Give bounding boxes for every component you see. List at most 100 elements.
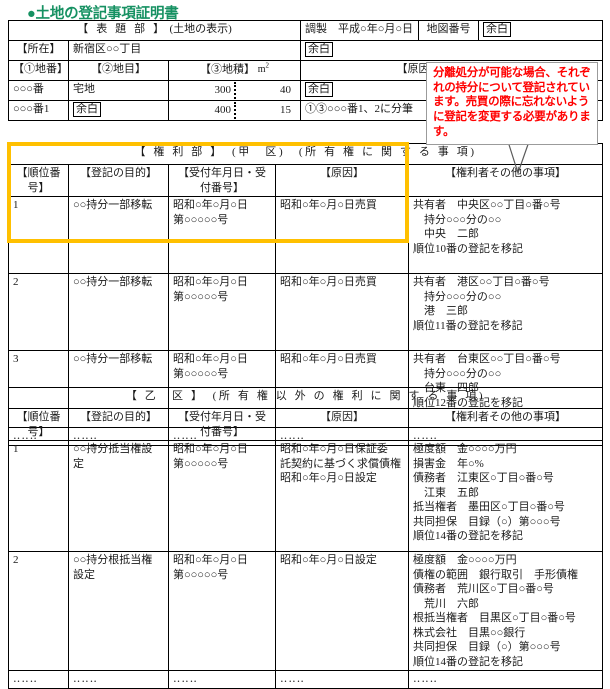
kenrisha-line: 持分○○○分の○○ (413, 367, 502, 380)
col-header-mokuteki: 【登記の目的】 (68, 407, 169, 442)
cell-uketsuke: 昭和○年○月○日 第○○○○○号 (168, 440, 276, 553)
uketsuke-date: 昭和○年○月○日 (173, 443, 248, 456)
table-section-row: 【 乙 区 】 (所 有 権 以 外 の 権 利 に 関 す る 事 項) (8, 387, 603, 409)
mokuteki-line: 設定 (73, 568, 95, 581)
col-header-chimoku: 【②地目】 (68, 60, 169, 81)
shozai-right-cell: 余白 (300, 40, 604, 61)
cell-uketsuke: 昭和○年○月○日 第○○○○○号 (168, 551, 276, 672)
chizu-label-cell: 地図番号 (418, 20, 480, 41)
hyodaibu-section-note: (土地の表示) (169, 23, 232, 35)
cell-junni: 1 (8, 196, 69, 275)
col-header-chiseki: 【③地積】 m2 (167, 60, 302, 81)
col-header-junni: 【順位番号】 (8, 163, 69, 198)
cell-mokuteki: ○○持分一部移転 (68, 196, 169, 275)
hyodaibu-section-title: 【 表 題 部 】 (77, 23, 167, 35)
kouku-section-title: 【 権 利 部 】 (甲 区) (所 有 権 に 関 す る 事 項) (7, 143, 604, 165)
cell-genin: 昭和○年○月○日売買 (275, 196, 409, 275)
table-row: 2 ○○持分一部移転 昭和○年○月○日 第○○○○○号 昭和○年○月○日売買 共… (8, 273, 604, 352)
hyodaibu-section-cell: 【 表 題 部 】 (土地の表示) (7, 20, 302, 41)
cell-kenrisha: 共有者 中央区○○丁目○番○号 持分○○○分の○○ 中央 二郎 順位10番の登記… (407, 196, 604, 275)
table-row: 2 ○○持分根抵当権 設定 昭和○年○月○日 第○○○○○号 昭和○年○月○日設… (8, 551, 603, 672)
cell-genin: 昭和○年○月○日保証委 託契約に基づく求償債権 昭和○年○月○日設定 (275, 440, 409, 553)
col-header-uketsuke: 【受付年月日・受付番号】 (168, 407, 276, 442)
col-header-genin: 【原因】 (275, 163, 409, 198)
kenrisha-line: 順位14番の登記を移記 (413, 655, 523, 668)
cell-chiban: ○○○番 (8, 80, 69, 101)
kenrisha-line: 順位10番の登記を移記 (413, 242, 523, 255)
shozai-label-cell: 【所在】 (8, 40, 69, 61)
cell-dots: ‥‥‥ (275, 670, 409, 689)
cell-chimoku-value: 余白 (73, 102, 101, 117)
cell-chiseki: 300 40 (167, 80, 302, 101)
cell-mokuteki: ○○持分根抵当権 設定 (68, 551, 169, 672)
otsuku-table: 【 乙 区 】 (所 有 権 以 外 の 権 利 に 関 す る 事 項) 【順… (8, 387, 603, 689)
kenrisha-line: 中央 二郎 (413, 228, 479, 241)
kenrisha-line: 債務者 江東区○丁目○番○号 (413, 472, 554, 485)
cell-chiseki: 400 15 (167, 100, 302, 121)
col-header-genin: 【原因】 (275, 407, 409, 442)
callout-note: 分離処分が可能な場合、それぞれの持分について登記されています。売買の際に忘れない… (426, 62, 598, 145)
kenrisha-line: 共有者 港区○○丁目○番○号 (413, 276, 550, 289)
uketsuke-number: 第○○○○○号 (173, 290, 229, 303)
table-row: 1 ○○持分抵当権設 定 昭和○年○月○日 第○○○○○号 昭和○年○月○日保証… (8, 440, 603, 553)
kenrisha-line: 港 三郎 (413, 305, 468, 318)
kenrisha-line: 極度額 金○○○○万円 (413, 443, 517, 456)
callout-text: 分離処分が可能な場合、それぞれの持分について登記されています。売買の際に忘れない… (433, 67, 591, 138)
cell-uketsuke: 昭和○年○月○日 第○○○○○号 (168, 196, 276, 275)
table-section-row: 【 権 利 部 】 (甲 区) (所 有 権 に 関 す る 事 項) (7, 143, 604, 165)
cell-kenrisha: 共有者 港区○○丁目○番○号 持分○○○分の○○ 港 三郎 順位11番の登記を移… (407, 273, 604, 352)
col-header-chiban: 【①地番】 (8, 60, 69, 81)
cell-genin-value: 余白 (305, 82, 334, 97)
kenrisha-line: 損害金 年○% (413, 457, 484, 470)
cell-genin: 昭和○年○月○日売買 (275, 273, 409, 352)
kenrisha-line: 共同担保 目録（○）第○○○号 (413, 515, 561, 528)
chiseki-whole: 400 (173, 102, 237, 119)
cell-dots: ‥‥‥ (68, 670, 169, 689)
kenrisha-line: 共有者 台東区○○丁目○番○号 (413, 353, 561, 366)
uketsuke-number: 第○○○○○号 (173, 367, 229, 380)
uketsuke-number: 第○○○○○号 (173, 568, 229, 581)
mokuteki-line: ○○持分抵当権設 (73, 443, 153, 456)
kenrisha-line: 共同担保 目録（○）第○○○号 (413, 641, 561, 654)
shozai-right-value: 余白 (305, 42, 334, 57)
col-header-mokuteki: 【登記の目的】 (68, 163, 169, 198)
chizu-value-cell: 余白 (478, 20, 604, 41)
kenrisha-line: 江東 五郎 (413, 486, 479, 499)
uketsuke-number: 第○○○○○号 (173, 213, 229, 226)
kenrisha-line: 順位11番の登記を移記 (413, 319, 523, 332)
table-row-continuation: ‥‥‥ ‥‥‥ ‥‥‥ ‥‥‥ ‥‥‥ (8, 670, 603, 689)
cell-dots: ‥‥‥ (168, 670, 276, 689)
genin-line: 昭和○年○月○日設定 (280, 472, 377, 485)
cell-chimoku: 宅地 (68, 80, 169, 101)
chiseki-whole: 300 (173, 82, 237, 99)
uketsuke-date: 昭和○年○月○日 (173, 554, 248, 567)
otsuku-section-title: 【 乙 区 】 (所 有 権 以 外 の 権 利 に 関 す る 事 項) (8, 387, 603, 409)
uketsuke-date: 昭和○年○月○日 (173, 199, 248, 212)
chiseki-frac: 15 (280, 104, 292, 116)
table-row: 1 ○○持分一部移転 昭和○年○月○日 第○○○○○号 昭和○年○月○日売買 共… (8, 196, 604, 275)
cell-uketsuke: 昭和○年○月○日 第○○○○○号 (168, 273, 276, 352)
cell-kenrisha: 極度額 金○○○○万円 損害金 年○% 債務者 江東区○丁目○番○号 江東 五郎… (408, 440, 603, 553)
kenrisha-line: 持分○○○分の○○ (413, 290, 502, 303)
kenrisha-line: 抵当権者 墨田区○丁目○番○号 (413, 501, 565, 514)
kenrisha-line: 債務者 荒川区○丁目○番○号 (413, 583, 554, 596)
kenrisha-line: 持分○○○分の○○ (413, 213, 502, 226)
cell-dots: ‥‥‥ (408, 670, 603, 689)
kenrisha-line: 荒川 六郎 (413, 597, 479, 610)
cell-junni: 2 (8, 551, 69, 672)
kenrisha-line: 極度額 金○○○○万円 (413, 554, 517, 567)
mokuteki-line: ○○持分根抵当権 (73, 554, 153, 567)
col-header-kenrisha: 【権利者その他の事項】 (408, 407, 603, 442)
kenrisha-line: 債権の範囲 銀行取引 手形債権 (413, 568, 578, 581)
shozai-value-cell: 新宿区○○丁目 (67, 40, 302, 61)
col-header-kenrisha: 【権利者その他の事項】 (407, 163, 604, 198)
chiseki-unit: m2 (257, 62, 270, 76)
genin-line: 託契約に基づく求償債権 (280, 457, 401, 470)
uketsuke-date: 昭和○年○月○日 (173, 353, 248, 366)
chiseki-frac: 40 (280, 84, 292, 96)
cell-mokuteki: ○○持分一部移転 (68, 273, 169, 352)
table-header-row: 【順位番号】 【登記の目的】 【受付年月日・受付番号】 【原因】 【権利者その他… (8, 163, 604, 198)
table-row: 【 表 題 部 】 (土地の表示) 調製 平成○年○月○日 地図番号 余白 (7, 20, 604, 41)
kenrisha-line: 共有者 中央区○○丁目○番○号 (413, 199, 561, 212)
cell-junni: 2 (8, 273, 69, 352)
